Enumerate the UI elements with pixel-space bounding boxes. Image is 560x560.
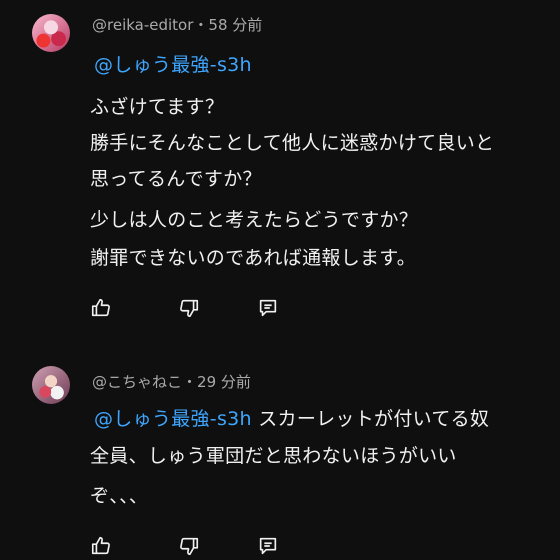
comment-text-line: ふざけてます？ (90, 96, 225, 118)
comment-text-line: 思ってるんですか？ (90, 168, 262, 190)
comment-text-line: @しゅう最強-s3h スカーレットが付いてる奴 (90, 404, 489, 431)
thumbs-down-icon[interactable] (178, 297, 200, 319)
comment-text-line: 謝罪できないのであれば通報します。 (90, 247, 417, 269)
comment-meta: @こちゃねこ・29 分前 (92, 371, 251, 392)
reply-icon[interactable] (257, 297, 279, 319)
comment-text-line: 全員、しゅう軍団だと思わないほうがいい (90, 445, 457, 467)
comment-text-fragment: スカーレットが付いてる奴 (251, 408, 490, 430)
avatar[interactable] (32, 14, 70, 52)
comment-meta: @reika-editor・58 分前 (92, 14, 262, 35)
thumbs-up-icon[interactable] (90, 297, 112, 319)
comment-time[interactable]: 58 分前 (208, 16, 262, 34)
comment-text-line: ぞ、、、 (90, 485, 149, 507)
comment-text-line: @しゅう最強-s3h (90, 50, 252, 77)
author-name[interactable]: @こちゃねこ (92, 373, 182, 391)
reply-icon[interactable] (257, 535, 279, 557)
comment-text-line: 勝手にそんなことして他人に迷惑かけて良いと (90, 132, 495, 154)
author-name[interactable]: @reika-editor (92, 16, 193, 34)
mention-link[interactable]: @しゅう最強-s3h (94, 408, 252, 430)
thumbs-up-icon[interactable] (90, 535, 112, 557)
mention-link[interactable]: @しゅう最強-s3h (94, 54, 252, 76)
meta-separator: ・ (193, 16, 209, 34)
meta-separator: ・ (182, 373, 198, 391)
comment-text-line: 少しは人のこと考えたらどうですか？ (90, 209, 419, 231)
thumbs-down-icon[interactable] (178, 535, 200, 557)
avatar[interactable] (32, 366, 70, 404)
comment-time[interactable]: 29 分前 (197, 373, 251, 391)
